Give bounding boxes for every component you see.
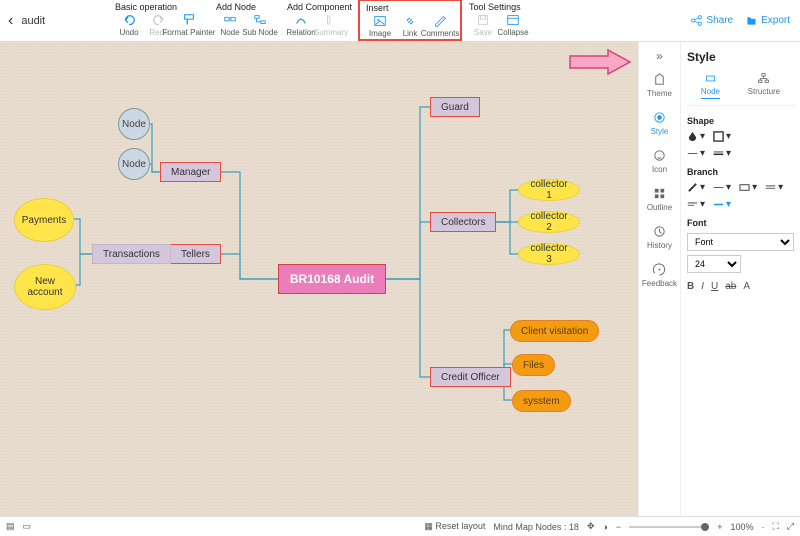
branch-align-button[interactable]: ▾ [687,199,705,210]
group-basic: Basic operation Undo Redo Format Painter [108,0,209,41]
fit-width-icon[interactable]: · [761,522,764,532]
italic-button[interactable]: I [701,281,704,292]
node-client-visitation[interactable]: Client visitation [510,320,599,342]
node-new-account[interactable]: New account [14,264,76,310]
rail-theme[interactable]: Theme [639,66,680,104]
insert-comments-button[interactable]: Comments [426,14,454,38]
add-subnode-button[interactable]: Sub Node [246,13,274,37]
title-area: ‹ audit [0,0,108,41]
child-node-1[interactable]: Node [118,108,150,140]
add-node-button[interactable]: Node [216,13,244,37]
node-manager[interactable]: Manager [160,162,221,182]
strike-button[interactable]: ab [725,281,736,292]
export-button[interactable]: Export [745,14,790,27]
relation-button[interactable]: Relation [287,13,315,37]
right-rail: » Theme Style Icon Outline History Feedb… [638,42,680,516]
fullscreen-icon[interactable]: ⤢ [787,521,794,532]
branch-active-button[interactable]: ▾ [713,199,731,210]
presentation-icon[interactable]: ▭ [23,521,32,532]
tab-structure[interactable]: Structure [748,72,780,99]
pointer-icon[interactable]: ✥ [587,521,595,532]
border-color-button[interactable]: ▾ [713,131,731,142]
node-collector2[interactable]: collector 2 [518,211,580,233]
bold-button[interactable]: B [687,281,694,292]
canvas[interactable]: BR10168 Audit Manager Node Node Tellers … [0,42,638,516]
branch-style-button[interactable]: ▾ [713,182,731,193]
tab-node[interactable]: Node [701,72,720,99]
back-arrow-icon[interactable]: ‹ [8,12,13,30]
line-style-button[interactable]: ▾ [687,148,705,159]
rail-feedback[interactable]: Feedback [639,256,680,294]
branch-shape-button[interactable]: ▾ [739,182,757,193]
fit-screen-icon[interactable]: ⛶ [772,521,778,532]
zoom-in-button[interactable]: + [717,522,722,532]
fill-color-button[interactable]: ▾ [687,131,705,142]
group-title: Add Node [216,2,274,12]
rail-icon[interactable]: Icon [639,142,680,180]
branch-color-button[interactable]: ▾ [687,182,705,193]
zoom-slider[interactable] [629,526,709,528]
node-transactions[interactable]: Transactions [92,244,171,264]
reset-layout-button[interactable]: ▦ Reset layout [424,521,485,532]
node-credit-officer[interactable]: Credit Officer [430,367,511,387]
focus-icon[interactable]: ◑ [602,522,607,532]
underline-button[interactable]: U [711,281,718,292]
rail-outline[interactable]: Outline [639,180,680,218]
node-collector3[interactable]: collector 3 [518,243,580,265]
node-collector1[interactable]: collector 1 [518,179,580,201]
rail-style[interactable]: Style [639,104,680,142]
collapse-button[interactable]: Collapse [499,13,527,37]
node-guard[interactable]: Guard [430,97,480,117]
zoom-value: 100% [730,522,753,532]
undo-button[interactable]: Undo [115,13,143,37]
style-panel: Style Node Structure Shape ▾ ▾ ▾ ▾ Branc… [680,42,800,516]
save-button: Save [469,13,497,37]
group-title: Tool Settings [469,2,527,12]
top-toolbar: ‹ audit Basic operation Undo Redo Format… [0,0,800,42]
group-insert: Insert Image Link Comments [358,0,462,41]
node-files[interactable]: Files [512,354,555,376]
font-format-row: B I U ab A [687,281,794,292]
insert-image-button[interactable]: Image [366,14,394,38]
callout-arrow-icon [568,48,632,76]
doc-title[interactable]: audit [21,15,45,27]
panel-title: Style [687,50,794,64]
layers-icon[interactable]: ▤ [6,521,15,532]
font-label: Font [687,218,794,228]
font-color-button[interactable]: A [743,281,750,292]
node-count: Mind Map Nodes : 18 [493,522,579,532]
share-button[interactable]: Share [690,14,733,27]
group-title: Add Component [287,2,352,12]
collapse-panel-icon[interactable]: » [639,46,680,66]
share-export: Share Export [680,0,800,41]
shape-label: Shape [687,116,794,126]
group-add-component: Add Component Relation Summary [280,0,358,41]
central-node[interactable]: BR10168 Audit [278,264,386,294]
branch-weight-button[interactable]: ▾ [765,182,783,193]
font-size-select[interactable]: 24 [687,255,741,273]
node-collectors[interactable]: Collectors [430,212,496,232]
node-tellers[interactable]: Tellers [170,244,221,264]
group-add-node: Add Node Node Sub Node [209,0,280,41]
font-family-select[interactable]: Font [687,233,794,251]
line-weight-button[interactable]: ▾ [713,148,731,159]
zoom-out-button[interactable]: − [616,522,621,532]
group-tool-settings: Tool Settings Save Collapse [462,0,533,41]
child-node-2[interactable]: Node [118,148,150,180]
rail-history[interactable]: History [639,218,680,256]
format-painter-button[interactable]: Format Painter [175,13,203,37]
group-title: Insert [366,3,454,13]
summary-button: Summary [317,13,345,37]
bottom-bar: ▤ ▭ ▦ Reset layout Mind Map Nodes : 18 ✥… [0,516,800,536]
node-system[interactable]: sysstem [512,390,571,412]
branch-label: Branch [687,167,794,177]
group-title: Basic operation [115,2,203,12]
node-payments[interactable]: Payments [14,198,74,242]
